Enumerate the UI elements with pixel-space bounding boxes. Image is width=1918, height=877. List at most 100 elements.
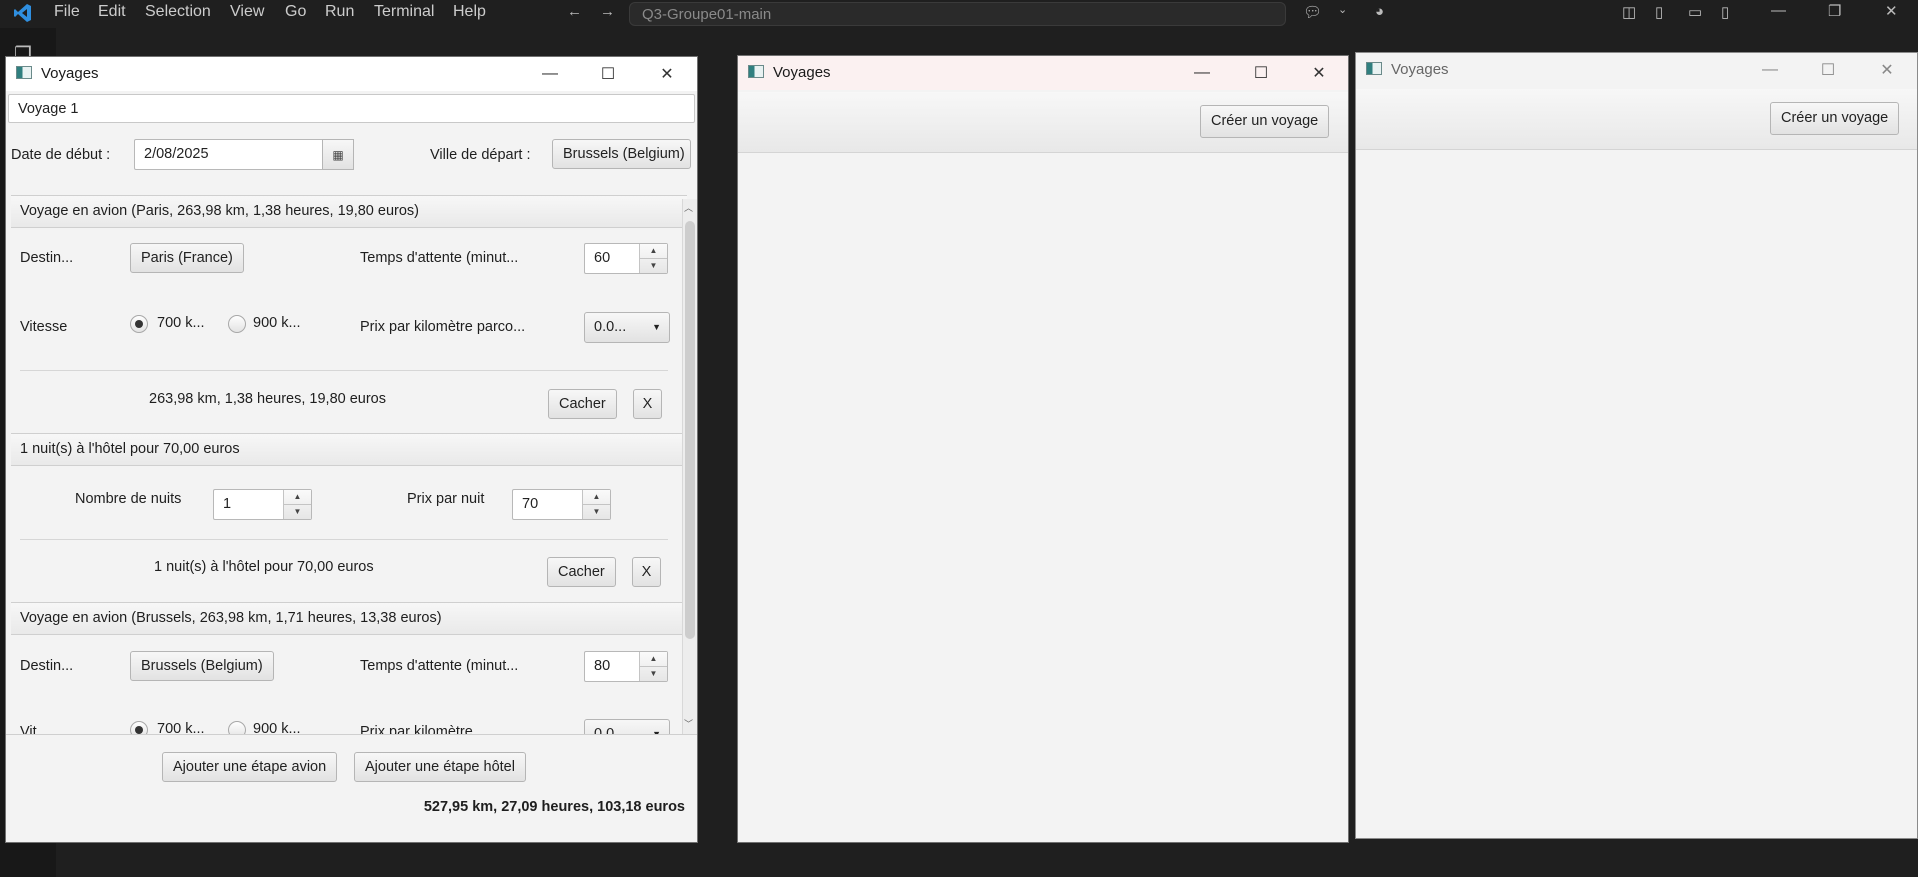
dropdown-arrow-icon: ▼ bbox=[652, 729, 661, 734]
back-arrow-icon[interactable]: ← bbox=[567, 3, 582, 20]
menu-selection[interactable]: Selection bbox=[145, 3, 211, 21]
divider bbox=[20, 370, 668, 371]
step2-hide-button[interactable]: Cacher bbox=[547, 557, 616, 587]
layout-customize-icon[interactable]: ◫ bbox=[1622, 3, 1636, 21]
voyages-window-3: Voyages — ☐ ✕ Créer un voyage bbox=[1355, 52, 1918, 839]
step1-price-value: 0.0... bbox=[594, 319, 627, 335]
add-plane-step-button[interactable]: Ajouter une étape avion bbox=[162, 752, 338, 782]
toggle-panel-icon[interactable]: ▭ bbox=[1688, 3, 1702, 21]
step2-nights-value: 1 bbox=[223, 496, 232, 512]
departure-city-button[interactable]: Brussels (Belgium) bbox=[552, 139, 691, 169]
minimize-icon[interactable]: — bbox=[1179, 56, 1225, 90]
minimize-icon[interactable]: — bbox=[527, 57, 573, 91]
step1-wait-spinner[interactable]: 60 ▲ ▼ bbox=[584, 243, 668, 274]
window-title: Voyages bbox=[1391, 61, 1449, 78]
vscode-minimize-icon[interactable]: — bbox=[1771, 2, 1786, 19]
menu-run[interactable]: Run bbox=[325, 3, 354, 21]
step3-speed-900-label[interactable]: 900 k... bbox=[253, 721, 301, 734]
step3-price-value: 0.0... bbox=[594, 726, 627, 734]
app-icon bbox=[16, 66, 32, 79]
maximize-icon[interactable]: ☐ bbox=[1238, 56, 1284, 90]
step1-hide-button[interactable]: Cacher bbox=[548, 389, 617, 419]
chat-icon[interactable]: 💬︎ bbox=[1303, 3, 1322, 21]
step3-body-clipped: Destin... Brussels (Belgium) Temps d'att… bbox=[6, 635, 687, 734]
step2-nights-spinner[interactable]: 1 ▲ ▼ bbox=[213, 489, 312, 520]
divider bbox=[6, 734, 697, 735]
step2-price-spinner[interactable]: 70 ▲ ▼ bbox=[512, 489, 611, 520]
step3-speed-900-radio[interactable] bbox=[228, 721, 246, 734]
calendar-icon[interactable]: ▦ bbox=[322, 139, 354, 170]
chevron-down-icon[interactable]: ⌄ bbox=[1338, 3, 1347, 16]
window-titlebar: Voyages — ☐ ✕ bbox=[1356, 53, 1917, 87]
step1-speed-900-radio[interactable] bbox=[228, 315, 246, 333]
start-date-label: Date de début : bbox=[11, 147, 111, 163]
scroll-down-icon[interactable]: ﹀ bbox=[684, 717, 693, 730]
step1-speed-700-radio[interactable] bbox=[130, 315, 148, 333]
total-summary: 527,95 km, 27,09 heures, 103,18 euros bbox=[423, 799, 685, 815]
menu-file[interactable]: File bbox=[54, 3, 80, 21]
step2-header[interactable]: 1 nuit(s) à l'hôtel pour 70,00 euros bbox=[11, 433, 687, 466]
toggle-sidebar-icon[interactable]: ▯ bbox=[1655, 3, 1663, 21]
menu-go[interactable]: Go bbox=[285, 3, 306, 21]
step1-remove-button[interactable]: X bbox=[633, 389, 662, 419]
menu-terminal[interactable]: Terminal bbox=[374, 3, 434, 21]
add-hotel-step-button[interactable]: Ajouter une étape hôtel bbox=[354, 752, 526, 782]
menu-help[interactable]: Help bbox=[453, 3, 486, 21]
maximize-icon[interactable]: ☐ bbox=[585, 57, 631, 91]
spinner-down-icon[interactable]: ▼ bbox=[284, 505, 311, 520]
spinner-buttons[interactable]: ▲ ▼ bbox=[582, 490, 610, 519]
step3-header[interactable]: Voyage en avion (Brussels, 263,98 km, 1,… bbox=[11, 602, 687, 635]
menu-view[interactable]: View bbox=[230, 3, 264, 21]
close-icon[interactable]: ✕ bbox=[1864, 53, 1910, 87]
forward-arrow-icon[interactable]: → bbox=[600, 3, 615, 20]
step1-price-combo[interactable]: 0.0... ▼ bbox=[584, 312, 670, 343]
copilot-icon[interactable]: ◕ bbox=[1375, 3, 1384, 20]
step2-price-value: 70 bbox=[522, 496, 539, 512]
window-title: Voyages bbox=[773, 64, 831, 81]
spinner-buttons[interactable]: ▲ ▼ bbox=[639, 244, 667, 273]
step3-speed-700-radio[interactable] bbox=[130, 721, 148, 734]
step3-wait-value: 80 bbox=[594, 658, 611, 674]
start-date-input[interactable]: 2/08/2025 bbox=[134, 139, 324, 170]
menu-edit[interactable]: Edit bbox=[98, 3, 126, 21]
step1-summary: 263,98 km, 1,38 heures, 19,80 euros bbox=[149, 391, 386, 407]
toggle-secondary-sidebar-icon[interactable]: ▯ bbox=[1721, 3, 1729, 21]
create-voyage-button[interactable]: Créer un voyage bbox=[1200, 105, 1330, 138]
scroll-up-icon[interactable]: ︿ bbox=[684, 201, 693, 214]
departure-label: Ville de départ : bbox=[430, 147, 531, 163]
voyage-name-input[interactable]: Voyage 1 bbox=[8, 94, 695, 123]
vscode-titlebar: File Edit Selection View Go Run Terminal… bbox=[0, 0, 1918, 28]
close-icon[interactable]: ✕ bbox=[1296, 56, 1342, 90]
step2-nights-label: Nombre de nuits bbox=[75, 491, 182, 507]
minimize-icon[interactable]: — bbox=[1747, 53, 1793, 87]
scrollbar-thumb[interactable] bbox=[685, 221, 695, 639]
step3-price-combo[interactable]: 0.0... ▼ bbox=[584, 719, 670, 734]
spinner-down-icon[interactable]: ▼ bbox=[640, 259, 667, 274]
step3-destination-label: Destin... bbox=[20, 658, 74, 674]
maximize-icon[interactable]: ☐ bbox=[1805, 53, 1851, 87]
step2-remove-button[interactable]: X bbox=[632, 557, 661, 587]
step3-wait-spinner[interactable]: 80 ▲ ▼ bbox=[584, 651, 668, 682]
close-icon[interactable]: ✕ bbox=[644, 57, 690, 91]
step1-speed-700-label[interactable]: 700 k... bbox=[157, 315, 205, 331]
step3-speed-label: Vit... bbox=[20, 724, 49, 734]
command-center-search[interactable]: Q3-Groupe01-main bbox=[629, 2, 1286, 26]
step1-header[interactable]: Voyage en avion (Paris, 263,98 km, 1,38 … bbox=[11, 195, 687, 228]
spinner-down-icon[interactable]: ▼ bbox=[583, 505, 610, 520]
app-icon bbox=[1366, 62, 1382, 75]
step2-summary: 1 nuit(s) à l'hôtel pour 70,00 euros bbox=[154, 559, 374, 575]
spinner-buttons[interactable]: ▲ ▼ bbox=[283, 490, 311, 519]
step1-speed-label: Vitesse bbox=[20, 319, 68, 335]
window-title: Voyages bbox=[41, 65, 99, 82]
create-voyage-button[interactable]: Créer un voyage bbox=[1770, 102, 1900, 135]
step3-destination-button[interactable]: Brussels (Belgium) bbox=[130, 651, 274, 681]
step1-destination-button[interactable]: Paris (France) bbox=[130, 243, 244, 273]
vscode-close-icon[interactable]: ✕ bbox=[1885, 2, 1898, 20]
step3-speed-700-label[interactable]: 700 k... bbox=[157, 721, 205, 734]
step1-speed-900-label[interactable]: 900 k... bbox=[253, 315, 301, 331]
step1-price-label: Prix par kilomètre parco... bbox=[360, 319, 526, 335]
spinner-down-icon[interactable]: ▼ bbox=[640, 667, 667, 682]
spinner-buttons[interactable]: ▲ ▼ bbox=[639, 652, 667, 681]
vertical-scrollbar[interactable]: ︿ ﹀ bbox=[682, 199, 697, 734]
vscode-restore-icon[interactable]: ❐ bbox=[1828, 2, 1841, 20]
